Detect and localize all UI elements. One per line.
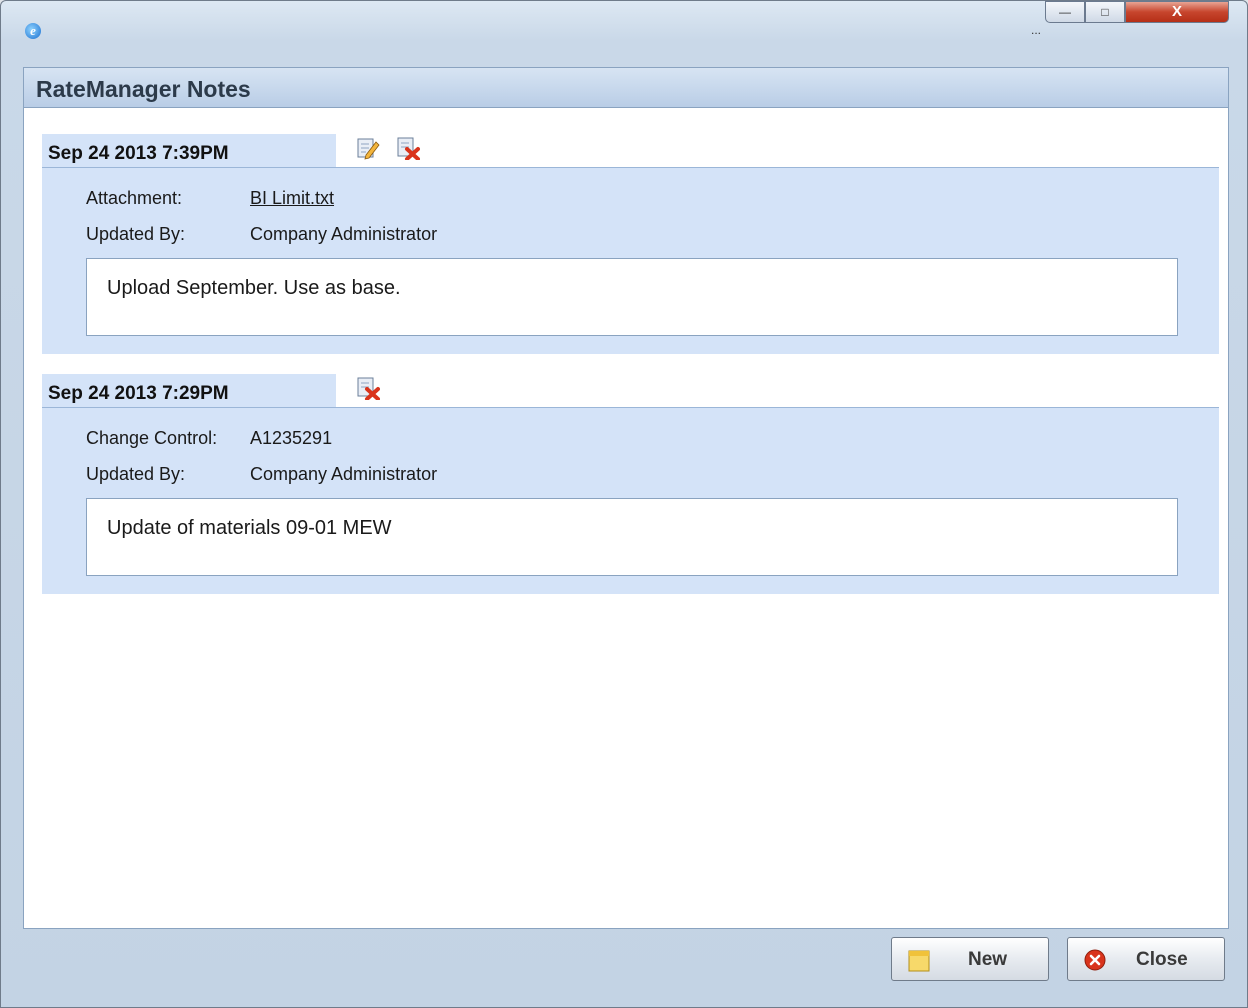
notes-panel: Sep 24 2013 7:39PM Attachment: BI Limit.… bbox=[23, 107, 1229, 929]
dialog-header: RateManager Notes bbox=[23, 67, 1229, 107]
note-timestamp: Sep 24 2013 7:29PM bbox=[42, 374, 336, 408]
dialog-title: RateManager Notes bbox=[36, 76, 251, 102]
note-body: Attachment: BI Limit.txt Updated By: Com… bbox=[42, 168, 1219, 354]
updated-by-value: Company Administrator bbox=[250, 224, 438, 244]
updated-by-value: Company Administrator bbox=[250, 464, 438, 484]
ie-icon: e bbox=[25, 23, 41, 39]
note-item: Sep 24 2013 7:39PM Attachment: BI Limit.… bbox=[42, 134, 1219, 356]
change-control-value: A1235291 bbox=[250, 428, 333, 448]
new-note-button[interactable]: New bbox=[891, 937, 1049, 981]
note-body: Change Control: A1235291 Updated By: Com… bbox=[42, 408, 1219, 594]
attachment-label: Attachment: bbox=[86, 188, 183, 208]
attachment-link[interactable]: BI Limit.txt bbox=[250, 188, 334, 209]
note-timestamp: Sep 24 2013 7:39PM bbox=[42, 134, 336, 168]
updated-by-label: Updated By: bbox=[86, 464, 186, 484]
title-bar[interactable]: e ... — □ X bbox=[1, 1, 1247, 41]
minimize-icon: — bbox=[1059, 5, 1071, 19]
close-button[interactable]: Close bbox=[1067, 937, 1225, 981]
delete-note-icon[interactable] bbox=[356, 376, 380, 400]
note-item: Sep 24 2013 7:29PM Change Control: A1235… bbox=[42, 374, 1219, 596]
dialog-window: e ... — □ X RateManager Notes Sep 24 201… bbox=[0, 0, 1248, 1008]
window-close-button[interactable]: X bbox=[1125, 1, 1229, 23]
new-note-icon bbox=[908, 950, 930, 972]
maximize-icon: □ bbox=[1101, 5, 1109, 19]
new-button-label: New bbox=[968, 949, 1008, 970]
delete-note-icon[interactable] bbox=[396, 136, 420, 160]
close-icon: X bbox=[1171, 3, 1182, 20]
close-button-label: Close bbox=[1136, 949, 1188, 970]
updated-by-label: Updated By: bbox=[86, 224, 186, 244]
minimize-button[interactable]: — bbox=[1045, 1, 1085, 23]
close-circle-icon bbox=[1084, 949, 1106, 971]
edit-note-icon[interactable] bbox=[356, 136, 380, 160]
note-text: Upload September. Use as base. bbox=[86, 258, 1178, 336]
overflow-dots[interactable]: ... bbox=[1031, 23, 1041, 37]
maximize-button[interactable]: □ bbox=[1085, 1, 1125, 23]
note-text: Update of materials 09-01 MEW bbox=[86, 498, 1178, 576]
change-control-label: Change Control: bbox=[86, 428, 218, 448]
